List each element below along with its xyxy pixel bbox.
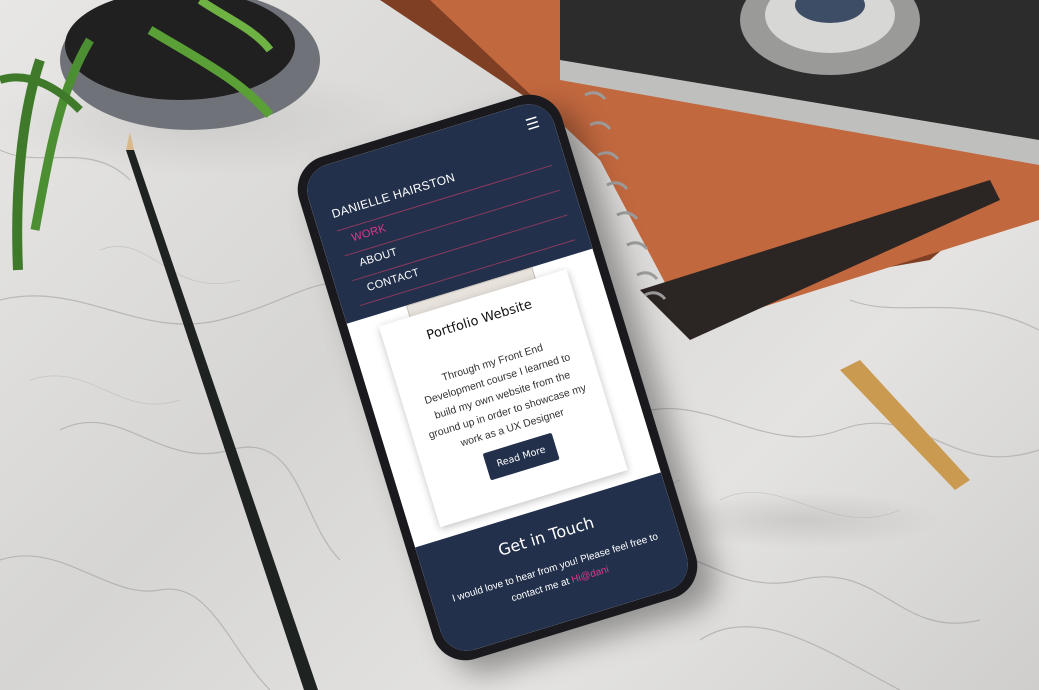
contact-email-link[interactable]: Hi@dani	[570, 564, 610, 586]
desk-photo-scene: DANIELLE HAIRSTON ☰ WORK ABOUT CONTACT P…	[0, 0, 1039, 690]
hamburger-menu-icon[interactable]: ☰	[524, 114, 542, 134]
pencil-image	[126, 132, 318, 690]
project-description: Through my Front End Development course …	[423, 341, 588, 450]
